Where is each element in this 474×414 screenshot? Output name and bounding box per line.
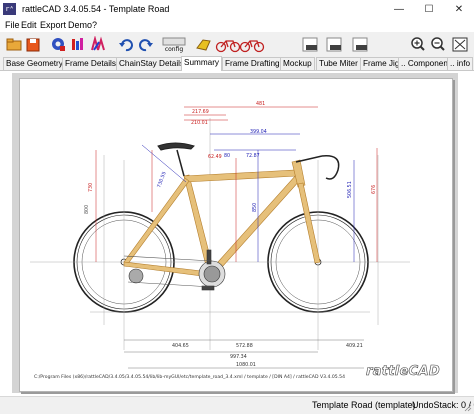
drawing-sheet xyxy=(19,78,453,392)
colorful-bars-2-icon[interactable] xyxy=(88,35,108,54)
bike-red-2-icon[interactable] xyxy=(236,35,268,54)
tab-frame-jig[interactable]: Frame Jig xyxy=(360,57,403,70)
menu-bar: File Edit Export Demo ? xyxy=(0,19,474,32)
menu-edit[interactable]: Edit xyxy=(21,20,37,30)
tab-bar: Base Geometry Frame Details ChainStay De… xyxy=(0,56,474,71)
config-icon[interactable]: config xyxy=(158,35,190,54)
tab-tube-miter[interactable]: Tube Miter xyxy=(316,57,361,70)
bike-yellow-icon[interactable] xyxy=(194,35,214,54)
fit-icon[interactable] xyxy=(450,35,470,54)
menu-export[interactable]: Export xyxy=(40,20,66,30)
zoom-in-icon[interactable] xyxy=(408,35,428,54)
menu-help[interactable]: ? xyxy=(92,20,97,30)
tab-mockup[interactable]: Mockup xyxy=(280,57,315,70)
tab-frame-details[interactable]: Frame Details xyxy=(62,57,119,70)
config-label: config xyxy=(165,46,184,53)
app-logo-icon: rᴬ xyxy=(3,3,16,15)
undo-icon[interactable] xyxy=(116,35,136,54)
menu-file[interactable]: File xyxy=(5,20,20,30)
open-folder-icon[interactable] xyxy=(4,35,24,54)
zoom-out-icon[interactable] xyxy=(428,35,448,54)
tab-frame-drafting[interactable]: Frame Drafting xyxy=(222,57,283,70)
window-title: rattleCAD 3.4.05.54 - Template Road xyxy=(22,4,170,14)
export-svg-icon[interactable] xyxy=(344,35,376,54)
colorful-bars-icon[interactable] xyxy=(68,35,88,54)
save-icon[interactable] xyxy=(23,35,43,54)
resize-grip-icon[interactable] xyxy=(464,404,472,412)
title-bar: rᴬ rattleCAD 3.4.05.54 - Template Road —… xyxy=(0,0,474,20)
redo-icon[interactable] xyxy=(136,35,156,54)
rattlecad-logo: rattleCAD xyxy=(366,364,440,380)
tab-base-geometry[interactable]: Base Geometry xyxy=(3,57,66,70)
menu-demo[interactable]: Demo xyxy=(68,20,92,30)
minimize-button[interactable]: — xyxy=(384,0,414,19)
close-button[interactable]: ✕ xyxy=(444,0,474,19)
tab-summary[interactable]: Summary xyxy=(181,56,223,71)
settings-icon[interactable] xyxy=(48,35,68,54)
toolbar: config xyxy=(0,32,474,57)
status-template: Template Road (template) xyxy=(312,400,416,410)
tab-chainstay-details[interactable]: ChainStay Details xyxy=(116,57,188,70)
maximize-button[interactable]: ☐ xyxy=(414,0,444,19)
status-bar: Template Road (template) UndoStack: 0 / … xyxy=(0,396,474,414)
tab-info[interactable]: .. info xyxy=(447,57,474,70)
file-path-label: C:/Program Files (x86)/rattleCAD/3.4.05/… xyxy=(34,375,345,380)
